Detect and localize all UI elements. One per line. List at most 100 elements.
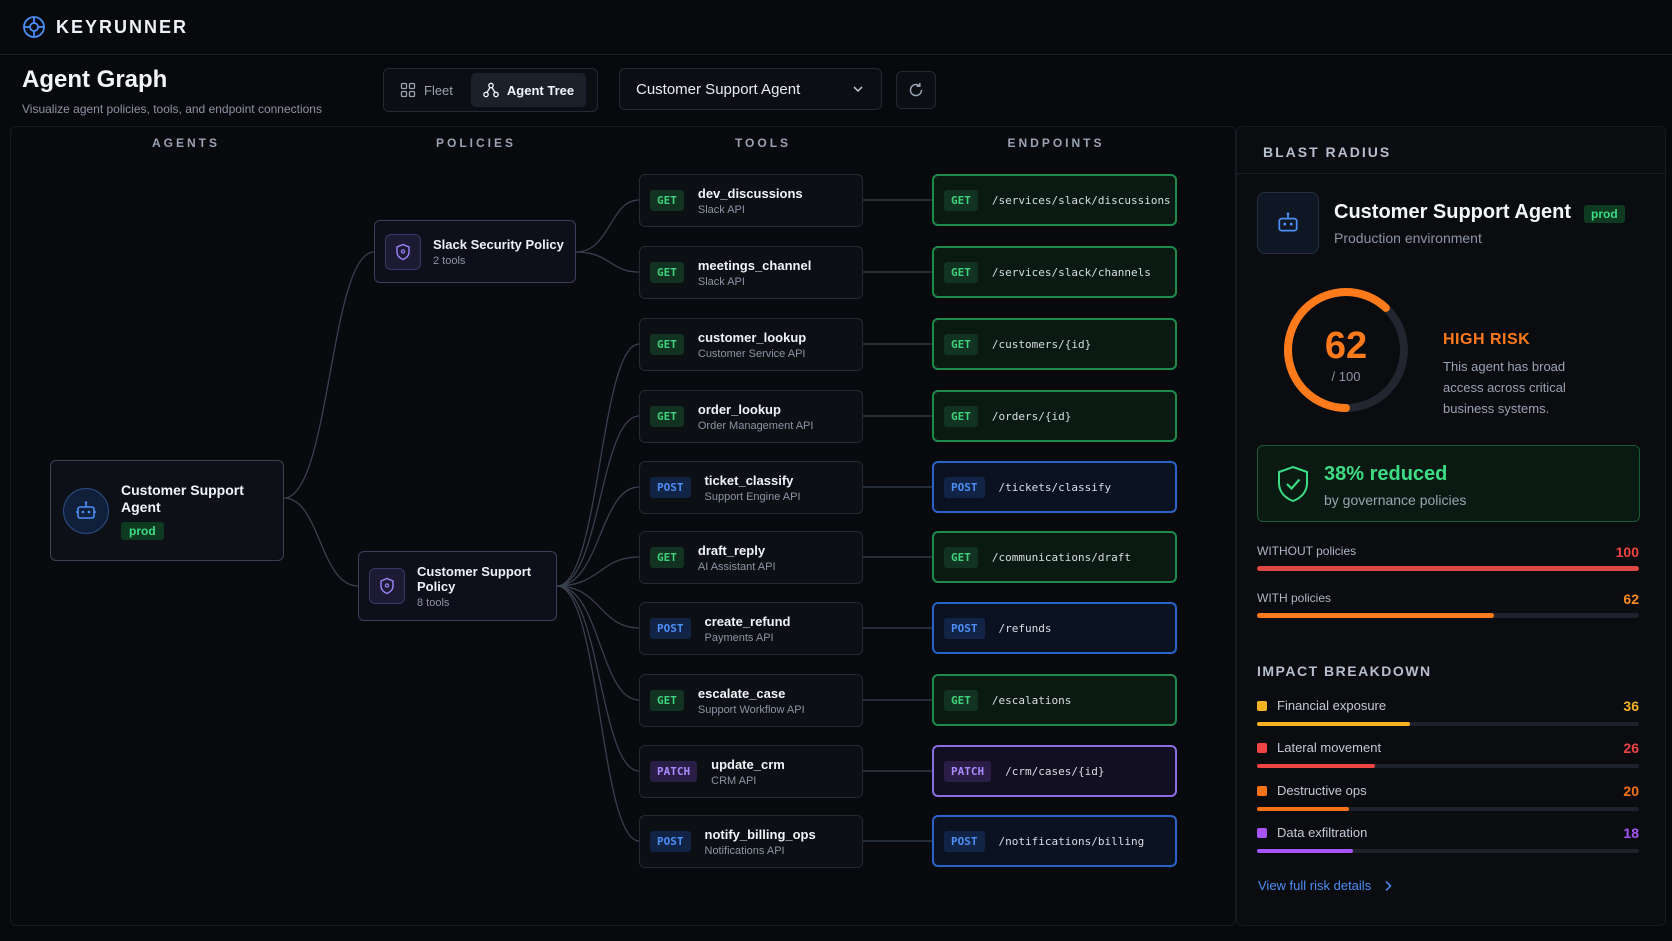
tool-name: dev_discussions (697, 185, 803, 201)
impact-track (1257, 764, 1639, 768)
tool-api: Slack API (697, 275, 745, 288)
view-risk-details-link[interactable]: View full risk details (1258, 878, 1393, 893)
endpoint-node[interactable]: POST /refunds (932, 602, 1177, 654)
endpoint-node[interactable]: POST /notifications/billing (932, 815, 1177, 867)
tool-name: escalate_case (697, 685, 786, 701)
endpoint-node[interactable]: GET /services/slack/channels (932, 246, 1177, 298)
endpoint-path: /orders/{id} (991, 409, 1072, 423)
impact-color-dot (1257, 786, 1267, 796)
method-badge: POST (650, 831, 691, 852)
risk-score-gauge: 62 / 100 (1284, 288, 1408, 412)
impact-fill (1257, 722, 1410, 726)
tool-name: create_refund (704, 613, 791, 629)
method-badge: GET (650, 406, 684, 427)
tool-node[interactable]: PATCH update_crm CRM API (639, 745, 863, 798)
endpoint-node[interactable]: GET /services/slack/discussions (932, 174, 1177, 226)
column-header-agents: AGENTS (151, 136, 221, 150)
blast-env-tag: prod (1584, 205, 1625, 223)
endpoint-node[interactable]: GET /communications/draft (932, 531, 1177, 583)
blast-agent-name: Customer Support Agent (1334, 201, 1572, 223)
tool-name: meetings_channel (697, 257, 812, 273)
tool-api: Notifications API (704, 844, 785, 857)
with-policies-track (1257, 613, 1639, 618)
endpoint-node[interactable]: PATCH /crm/cases/{id} (932, 745, 1177, 797)
impact-fill (1257, 807, 1349, 811)
agent-select-value: Customer Support Agent (636, 80, 801, 98)
endpoint-path: /crm/cases/{id} (1005, 764, 1105, 778)
page-subtitle: Visualize agent policies, tools, and end… (22, 102, 322, 116)
method-badge: GET (944, 333, 978, 355)
endpoint-path: /notifications/billing (998, 834, 1145, 848)
tool-node[interactable]: GET draft_reply AI Assistant API (639, 531, 863, 584)
tool-node[interactable]: POST notify_billing_ops Notifications API (639, 815, 863, 868)
tool-node[interactable]: GET dev_discussions Slack API (639, 174, 863, 227)
method-badge: POST (650, 618, 691, 639)
endpoint-node[interactable]: POST /tickets/classify (932, 461, 1177, 513)
tool-name: customer_lookup (697, 329, 807, 345)
tool-node[interactable]: GET order_lookup Order Management API (639, 390, 863, 443)
policy-node[interactable]: Slack Security Policy 2 tools (374, 220, 576, 283)
impact-value: 26 (1623, 740, 1639, 756)
tool-node[interactable]: GET meetings_channel Slack API (639, 246, 863, 299)
with-policies-value: 62 (1623, 591, 1639, 607)
risk-level-label: HIGH RISK (1443, 331, 1531, 348)
tool-name: draft_reply (697, 542, 766, 558)
method-badge: GET (650, 262, 684, 283)
impact-fill (1257, 764, 1376, 768)
column-header-tools: TOOLS (734, 136, 792, 150)
fleet-view-button[interactable]: Fleet (388, 73, 465, 107)
impact-label: Financial exposure (1277, 698, 1387, 713)
risk-score-value: 62 (1325, 325, 1367, 367)
endpoint-path: /tickets/classify (998, 480, 1112, 494)
brand-name: KEYRUNNER (56, 16, 189, 37)
endpoint-path: /escalations (991, 693, 1072, 707)
impact-label: Data exfiltration (1277, 825, 1368, 840)
policy-node[interactable]: Customer Support Policy 8 tools (358, 551, 557, 621)
tool-node[interactable]: POST create_refund Payments API (639, 602, 863, 655)
agent-select-dropdown[interactable]: Customer Support Agent (619, 68, 882, 110)
agent-node-name: Customer Support Agent (121, 481, 244, 515)
tool-name: ticket_classify (704, 472, 794, 488)
column-header-policies: POLICIES (435, 136, 517, 150)
tool-api: Order Management API (697, 419, 814, 432)
grid-icon (400, 82, 416, 98)
tool-api: Customer Service API (697, 347, 806, 360)
agent-node[interactable]: Customer Support Agent prod (50, 460, 284, 561)
shield-icon (380, 577, 394, 595)
fleet-label: Fleet (424, 82, 453, 98)
method-badge: GET (650, 334, 684, 355)
agent-tree-label: Agent Tree (506, 82, 575, 98)
impact-fill (1257, 849, 1353, 853)
without-policies-row: WITHOUT policies 100 (1257, 544, 1639, 571)
blast-environment: Production environment (1334, 230, 1482, 246)
blast-radius-title: BLAST RADIUS (1263, 144, 1392, 160)
without-policies-label: WITHOUT policies (1257, 544, 1357, 558)
impact-value: 18 (1623, 825, 1639, 841)
page-header: Agent Graph Visualize agent policies, to… (22, 66, 322, 116)
policy-tool-count: 2 tools (433, 254, 466, 267)
without-policies-value: 100 (1615, 544, 1639, 560)
agent-tree-view-button[interactable]: Agent Tree (470, 73, 587, 107)
tool-node[interactable]: GET escalate_case Support Workflow API (639, 674, 863, 727)
impact-breakdown-title: IMPACT BREAKDOWN (1257, 663, 1432, 679)
reduction-card: 38% reduced by governance policies (1257, 445, 1640, 522)
method-badge: GET (944, 689, 978, 711)
tool-api: Slack API (697, 203, 745, 216)
method-badge: PATCH (944, 760, 992, 782)
tool-node[interactable]: GET customer_lookup Customer Service API (639, 318, 863, 371)
method-badge: POST (944, 617, 985, 639)
endpoint-node[interactable]: GET /orders/{id} (932, 390, 1177, 442)
endpoint-node[interactable]: GET /escalations (932, 674, 1177, 726)
view-risk-details-label: View full risk details (1258, 878, 1372, 893)
tool-name: update_crm (711, 756, 785, 772)
endpoint-node[interactable]: GET /customers/{id} (932, 318, 1177, 370)
shield-icon (396, 243, 410, 260)
robot-icon (76, 500, 96, 519)
refresh-button[interactable] (896, 71, 936, 109)
tool-api: CRM API (711, 774, 757, 787)
tool-node[interactable]: POST ticket_classify Support Engine API (639, 461, 863, 514)
with-policies-fill (1257, 613, 1494, 618)
tool-api: Payments API (704, 631, 774, 644)
impact-label: Lateral movement (1277, 740, 1382, 755)
with-policies-row: WITH policies 62 (1257, 591, 1639, 618)
